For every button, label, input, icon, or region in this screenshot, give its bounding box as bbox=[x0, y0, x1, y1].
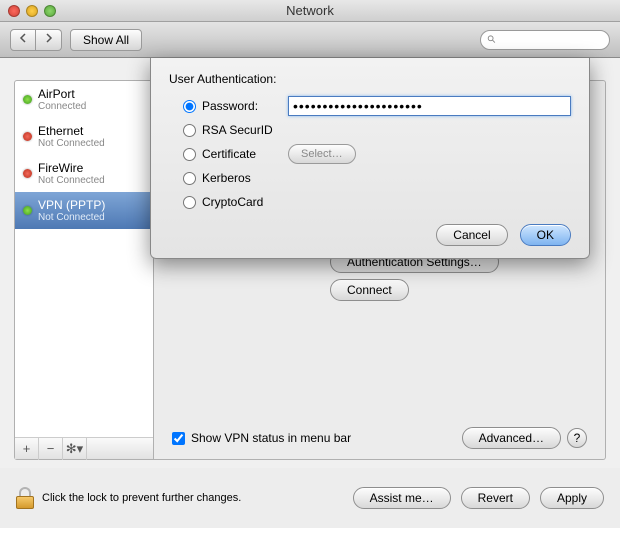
show-vpn-checkbox[interactable]: Show VPN status in menu bar bbox=[172, 431, 351, 445]
auth-radio-rsa[interactable] bbox=[183, 124, 196, 137]
sheet-cancel-button[interactable]: Cancel bbox=[436, 224, 507, 246]
auth-label-certificate: Certificate bbox=[202, 147, 282, 161]
search-icon bbox=[487, 34, 497, 45]
service-name: AirPort bbox=[38, 87, 86, 101]
service-status: Connected bbox=[38, 101, 86, 112]
service-sidebar: AirPort Connected Ethernet Not Connected… bbox=[14, 80, 154, 460]
lock-icon[interactable] bbox=[16, 487, 34, 509]
apply-button[interactable]: Apply bbox=[540, 487, 604, 509]
search-field[interactable] bbox=[480, 30, 610, 50]
toolbar: Show All bbox=[0, 22, 620, 58]
service-item-vpn[interactable]: VPN (PPTP) Not Connected bbox=[15, 192, 153, 229]
auth-label-kerberos: Kerberos bbox=[202, 171, 282, 185]
service-list: AirPort Connected Ethernet Not Connected… bbox=[15, 81, 153, 437]
auth-radio-certificate[interactable] bbox=[183, 148, 196, 161]
auth-label-password: Password: bbox=[202, 99, 282, 113]
auth-label-rsa: RSA SecurID bbox=[202, 123, 282, 137]
help-button[interactable]: ? bbox=[567, 428, 587, 448]
auth-sheet: User Authentication: Password: RSA Secur… bbox=[150, 58, 590, 259]
service-item-ethernet[interactable]: Ethernet Not Connected bbox=[15, 118, 153, 155]
status-dot-icon bbox=[23, 132, 32, 141]
status-dot-icon bbox=[23, 95, 32, 104]
revert-button[interactable]: Revert bbox=[461, 487, 530, 509]
auth-radio-kerberos[interactable] bbox=[183, 172, 196, 185]
service-actions-button[interactable]: ✻▾ bbox=[63, 438, 87, 460]
auth-label-cryptocard: CryptoCard bbox=[202, 195, 282, 209]
show-vpn-checkbox-input[interactable] bbox=[172, 432, 185, 445]
service-name: VPN (PPTP) bbox=[38, 198, 105, 212]
password-input[interactable] bbox=[288, 96, 571, 116]
connect-button[interactable]: Connect bbox=[330, 279, 409, 301]
remove-service-button[interactable]: − bbox=[39, 438, 63, 460]
status-dot-icon bbox=[23, 206, 32, 215]
service-item-firewire[interactable]: FireWire Not Connected bbox=[15, 155, 153, 192]
window-footer: Click the lock to prevent further change… bbox=[0, 468, 620, 528]
auth-sheet-title: User Authentication: bbox=[169, 72, 571, 86]
auth-radio-cryptocard[interactable] bbox=[183, 196, 196, 209]
service-name: Ethernet bbox=[38, 124, 105, 138]
service-status: Not Connected bbox=[38, 138, 105, 149]
sidebar-footer: + − ✻▾ bbox=[15, 437, 153, 459]
certificate-select-button[interactable]: Select… bbox=[288, 144, 356, 164]
advanced-button[interactable]: Advanced… bbox=[462, 427, 561, 449]
forward-button[interactable] bbox=[36, 29, 62, 51]
titlebar: Network bbox=[0, 0, 620, 22]
assist-button[interactable]: Assist me… bbox=[353, 487, 451, 509]
window-title: Network bbox=[0, 3, 620, 18]
service-status: Not Connected bbox=[38, 212, 105, 223]
add-service-button[interactable]: + bbox=[15, 438, 39, 460]
search-input[interactable] bbox=[501, 34, 603, 46]
service-item-airport[interactable]: AirPort Connected bbox=[15, 81, 153, 118]
service-status: Not Connected bbox=[38, 175, 105, 186]
service-name: FireWire bbox=[38, 161, 105, 175]
nav-buttons bbox=[10, 29, 62, 51]
auth-radio-password[interactable] bbox=[183, 100, 196, 113]
main-panel: AirPort Connected Ethernet Not Connected… bbox=[0, 58, 620, 468]
lock-text: Click the lock to prevent further change… bbox=[42, 492, 241, 504]
sheet-ok-button[interactable]: OK bbox=[520, 224, 571, 246]
back-button[interactable] bbox=[10, 29, 36, 51]
show-all-button[interactable]: Show All bbox=[70, 29, 142, 51]
status-dot-icon bbox=[23, 169, 32, 178]
